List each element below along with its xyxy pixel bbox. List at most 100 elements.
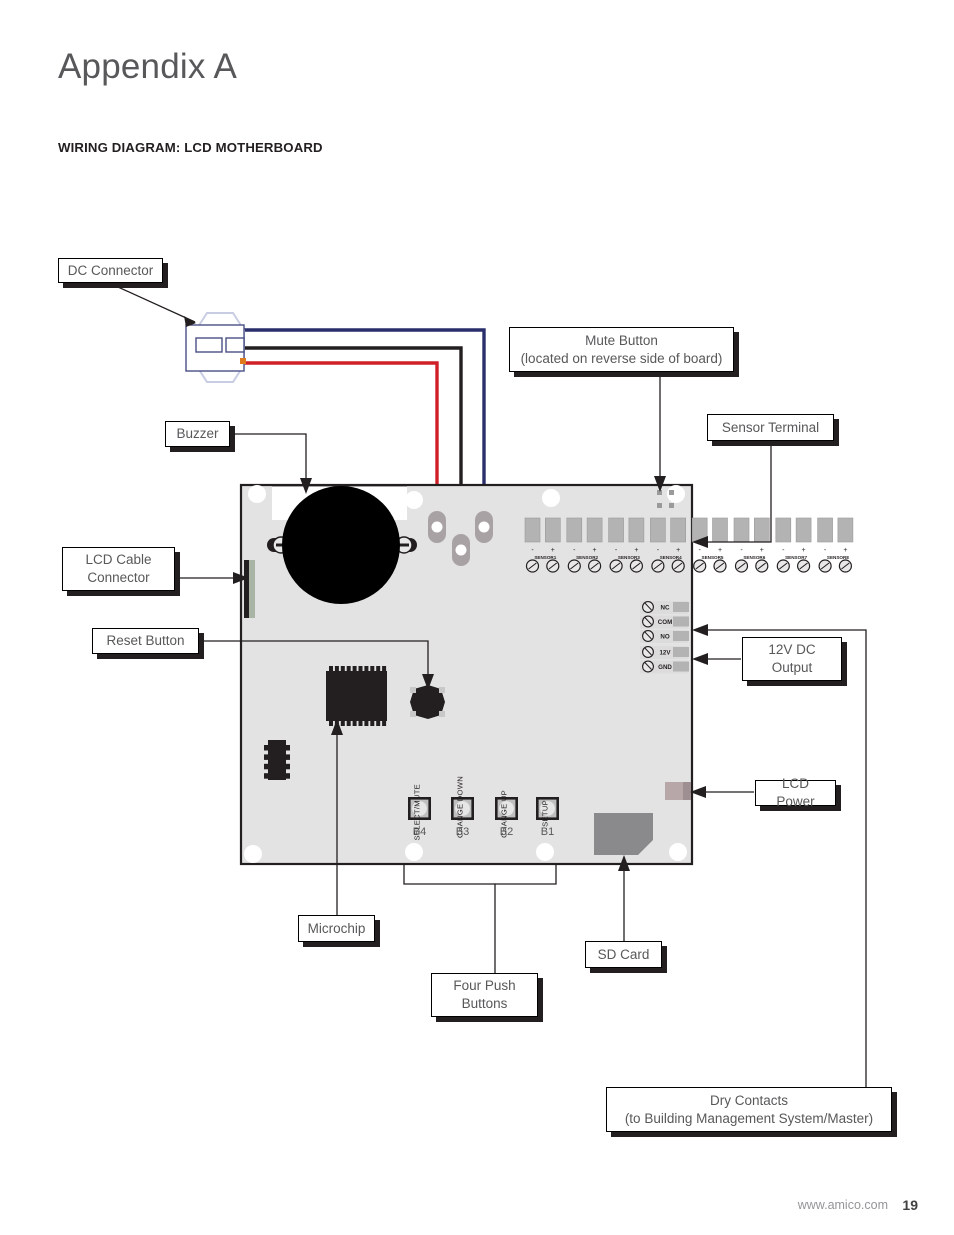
- sensor-pin-sign: +: [676, 547, 680, 554]
- sensor-label: SENSOR7: [785, 555, 807, 560]
- leader-buzzer: [232, 433, 307, 483]
- callout-label: Buzzer: [176, 426, 219, 442]
- sensor-pin-sign: +: [760, 547, 764, 554]
- callout-sensor-terminal: Sensor Terminal: [707, 414, 834, 441]
- mcu-pin: [370, 721, 375, 726]
- mcu-pin: [382, 721, 387, 726]
- mcu-pin: [364, 666, 369, 671]
- sensor-terminal-block-segment: [837, 517, 854, 543]
- callout-label: Four Push Buttons: [453, 978, 516, 1011]
- sensor-label: SENSOR1: [534, 555, 556, 560]
- push-button-ref-label: B2: [500, 826, 513, 838]
- small-ic-pin: [264, 763, 268, 770]
- leader-dry-contacts: [703, 629, 867, 1087]
- relay-terminal-pad: [673, 631, 689, 641]
- callout-mute-button: Mute Button (located on reverse side of …: [509, 327, 734, 372]
- mounting-hole: [669, 843, 687, 861]
- sensor-terminal-block-segment: [566, 517, 583, 543]
- sd-card-slot: [594, 813, 653, 855]
- mcu-pin: [352, 666, 357, 671]
- push-button-ref-label: B3: [456, 826, 469, 838]
- mounting-hole: [405, 491, 423, 509]
- mcu-pin: [358, 721, 363, 726]
- footer-website: www.amico.com: [797, 1198, 888, 1212]
- callout-label: SD Card: [597, 946, 650, 962]
- mounting-hole: [244, 845, 262, 863]
- sensor-pin-sign: +: [802, 547, 806, 554]
- sensor-terminal-block-segment: [650, 517, 666, 543]
- sensor-terminal-block-segment: [753, 517, 770, 543]
- sensor-terminal-block-segment: [524, 517, 541, 543]
- callout-lcd-power: LCD Power: [755, 776, 836, 809]
- footer-page-number: 19: [902, 1197, 918, 1213]
- mcu-pin: [329, 721, 333, 726]
- small-ic-pin: [286, 763, 290, 770]
- mcu-pin: [329, 666, 333, 671]
- power-label: GND: [658, 664, 672, 671]
- sensor-pin-sign: -: [740, 547, 743, 554]
- power-terminal-pad: [673, 661, 689, 672]
- mcu-pin: [352, 721, 357, 726]
- sensor-terminal-block-segment: [628, 517, 645, 543]
- sensor-label: SENSOR2: [576, 555, 598, 560]
- reset-button-component: [410, 685, 445, 719]
- wiring-diagram: - + - + - + - + - + - + - + - + SENSOR1 SENSOR2 SENSOR3 SE…: [117, 286, 867, 1087]
- sensor-pin-sign: +: [718, 547, 722, 554]
- relay-label: COM: [658, 619, 672, 626]
- mounting-hole: [405, 843, 423, 861]
- sensor-label: SENSOR5: [702, 555, 724, 560]
- mcu-pin: [376, 666, 381, 671]
- sensor-terminal-block-segment: [795, 517, 812, 543]
- sensor-pin-sign: +: [843, 547, 847, 554]
- callout-microchip: Microchip: [298, 915, 375, 942]
- small-ic-pin: [286, 773, 290, 779]
- sensor-terminal-block-segment: [712, 517, 728, 543]
- callout-label: Sensor Terminal: [721, 419, 820, 435]
- sensor-terminal-block-segment: [817, 517, 833, 543]
- sensor-terminal-block-segment: [670, 517, 687, 543]
- push-button-ref-label: B4: [413, 826, 426, 838]
- mcu-pin: [334, 666, 339, 671]
- callout-buzzer: Buzzer: [165, 421, 230, 447]
- leader-four-push-buttons: [403, 864, 496, 975]
- mounting-hole: [536, 843, 554, 861]
- callout-lcd-cable-connector: LCD Cable Connector: [62, 547, 175, 591]
- mcu-pin: [364, 721, 369, 726]
- relay-terminal-pad: [673, 616, 689, 627]
- mounting-hole: [248, 485, 266, 503]
- callout-label: Reset Button: [106, 633, 185, 649]
- callout-label: LCD Cable Connector: [85, 552, 152, 585]
- callout-dc-connector: DC Connector: [58, 258, 163, 283]
- sensor-pin-sign: +: [634, 547, 638, 554]
- small-ic-pin: [264, 773, 268, 779]
- sensor-pin-sign: -: [782, 547, 785, 554]
- page-footer: www.amico.com 19: [0, 1197, 954, 1222]
- buzzer: [282, 486, 400, 604]
- small-ic-pin: [286, 754, 290, 760]
- lcd-cable-connector-component: [244, 560, 255, 618]
- callout-sd-card: SD Card: [585, 941, 662, 968]
- lcd-power-header: [665, 782, 691, 800]
- push-button-ref-label: B1: [541, 826, 554, 838]
- sensor-pin-sign: +: [551, 547, 555, 554]
- callout-label: Microchip: [307, 920, 366, 936]
- sensor-pin-sign: +: [593, 547, 597, 554]
- callout-label: Dry Contacts (to Building Management Sys…: [624, 1092, 874, 1126]
- sensor-pin-sign: -: [824, 547, 827, 554]
- sensor-terminal-block-segment: [733, 517, 750, 543]
- mcu-pin: [382, 666, 387, 671]
- mcu-pin: [370, 666, 375, 671]
- callout-reset-button: Reset Button: [92, 628, 199, 654]
- mcu-pin: [358, 666, 363, 671]
- relay-label: NO: [660, 634, 669, 641]
- leader-dc-connector: [117, 286, 196, 323]
- callout-label: Mute Button (located on reverse side of …: [520, 332, 723, 366]
- relay-terminal-block: NC COM NO: [640, 601, 689, 643]
- microchip-component: [326, 666, 387, 726]
- mcu-pin: [346, 721, 351, 726]
- callout-four-push-buttons: Four Push Buttons: [431, 973, 538, 1017]
- relay-terminal-pad: [673, 602, 689, 612]
- sensor-terminal-block-segment: [544, 517, 561, 543]
- small-ic-pin: [264, 754, 268, 760]
- sensor-pin-sign: -: [699, 547, 702, 554]
